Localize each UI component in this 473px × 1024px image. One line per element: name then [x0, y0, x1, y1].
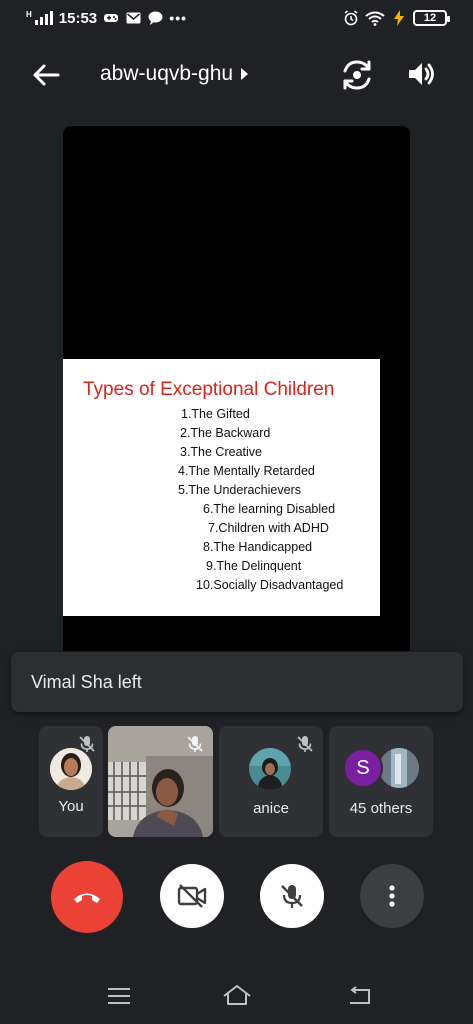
- mail-icon: [125, 11, 141, 25]
- more-notifications-icon: •••: [169, 10, 188, 26]
- network-type-label: H: [26, 10, 32, 19]
- video-off-icon: [177, 884, 207, 908]
- back-nav-icon[interactable]: [347, 986, 373, 1006]
- switch-camera-icon[interactable]: [340, 58, 374, 92]
- participant-name: 45 others: [349, 800, 413, 817]
- slide-list-item: 4.The Mentally Retarded: [178, 464, 315, 478]
- recent-apps-menu-icon[interactable]: [107, 987, 131, 1005]
- game-controller-icon: [103, 11, 119, 25]
- avatar-letter: S: [343, 748, 383, 788]
- toast-message: Vimal Sha left: [31, 671, 142, 692]
- alarm-icon: [343, 10, 359, 26]
- slide-list-item: 8.The Handicapped: [203, 540, 313, 554]
- slide-list-item: 6.The learning Disabled: [203, 502, 336, 516]
- charging-bolt-icon: [391, 10, 407, 26]
- slide-list-item: 7.Children with ADHD: [208, 521, 329, 535]
- caret-right-icon: [241, 68, 249, 80]
- camera-toggle-button[interactable]: [160, 864, 224, 928]
- slide-list-item: 5.The Underachievers: [178, 483, 301, 497]
- participant-left-toast: Vimal Sha left: [11, 652, 463, 712]
- meeting-header: abw-uqvb-ghu: [0, 48, 473, 102]
- participant-tile-anice[interactable]: anice: [219, 726, 323, 837]
- microphone-toggle-button[interactable]: [260, 864, 324, 928]
- status-time: 15:53: [58, 9, 98, 27]
- wifi-icon: [365, 11, 385, 26]
- chat-bubble-icon: [147, 11, 163, 25]
- meeting-title-button[interactable]: abw-uqvb-ghu: [100, 62, 249, 86]
- participant-name: You: [58, 798, 84, 815]
- vertical-dots-icon: [389, 885, 395, 907]
- hang-up-icon: [74, 893, 100, 903]
- participant-tile-others[interactable]: S 45 others: [329, 726, 433, 837]
- slide-list-item: 2.The Backward: [180, 426, 271, 440]
- slide-list-item: 10.Socially Disadvantaged: [196, 578, 344, 592]
- status-bar: H 15:53 ••• 12: [0, 0, 473, 36]
- avatar: [379, 748, 419, 788]
- signal-icon: H: [26, 10, 53, 25]
- home-icon[interactable]: [222, 984, 252, 1006]
- mic-off-icon: [297, 736, 313, 752]
- mic-off-icon: [187, 736, 203, 752]
- slide-title: Types of Exceptional Children: [83, 379, 335, 400]
- end-call-button[interactable]: [51, 861, 123, 933]
- participant-name: anice: [253, 800, 289, 817]
- battery-icon: 12: [413, 10, 450, 26]
- meeting-code: abw-uqvb-ghu: [100, 62, 234, 85]
- avatar: [249, 748, 291, 790]
- mic-off-icon: [281, 885, 303, 908]
- screen-share-presentation[interactable]: Types of Exceptional Children 1.The Gift…: [63, 126, 410, 651]
- status-right: 12: [343, 10, 450, 26]
- avatar: [50, 748, 92, 790]
- slide-list-item: 3.The Creative: [180, 445, 262, 459]
- participant-tile-video[interactable]: [108, 726, 213, 837]
- system-navigation-bar: [0, 976, 473, 1016]
- status-left: H 15:53 •••: [26, 10, 187, 27]
- slide-list-item: 9.The Delinquent: [206, 559, 302, 573]
- slide-list-item: 1.The Gifted: [181, 407, 250, 421]
- speaker-volume-icon[interactable]: [405, 58, 437, 90]
- more-options-button[interactable]: [360, 864, 424, 928]
- presentation-slide: Types of Exceptional Children 1.The Gift…: [63, 359, 380, 616]
- participant-tile-you[interactable]: You: [39, 726, 103, 837]
- back-arrow-icon[interactable]: [30, 60, 62, 90]
